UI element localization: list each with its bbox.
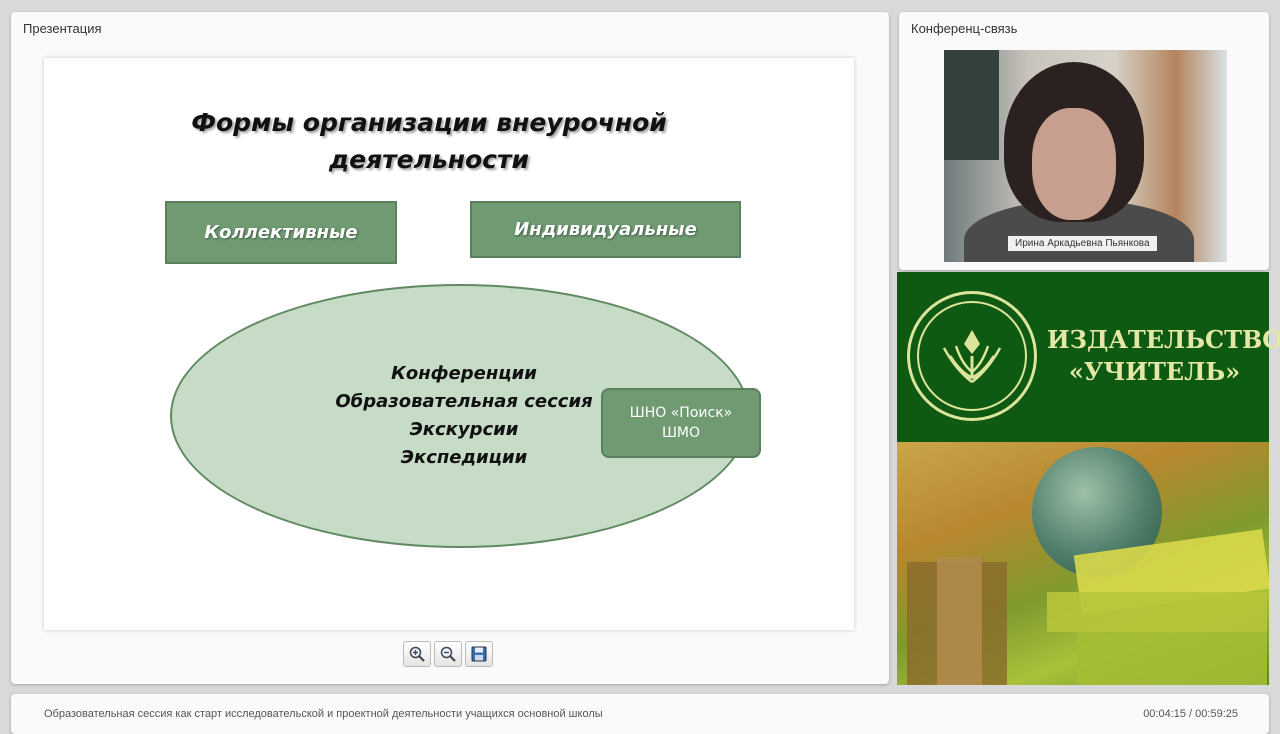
video-speaker-face	[1032, 108, 1116, 220]
zoom-in-button[interactable]	[403, 641, 431, 667]
publisher-logo	[907, 291, 1037, 421]
slide-title-line2: деятельности	[328, 145, 530, 174]
slide: Формы организации внеурочной деятельност…	[44, 58, 854, 630]
publisher-name-line1: ИЗДАТЕЛЬСТВО	[1047, 325, 1280, 354]
speaker-name-tag: Ирина Аркадьевна Пьянкова	[1008, 236, 1157, 251]
slide-title-line1: Формы организации внеурочной	[191, 108, 667, 137]
publisher-name: ИЗДАТЕЛЬСТВО «УЧИТЕЛЬ»	[1047, 324, 1280, 388]
book-stack-image	[1047, 592, 1267, 632]
publisher-banner: ИЗДАТЕЛЬСТВО «УЧИТЕЛЬ»	[897, 272, 1280, 442]
playback-time: 00:04:15 / 00:59:25	[1143, 708, 1238, 720]
footer-bar: Образовательная сессия как старт исследо…	[11, 694, 1269, 734]
zoom-out-icon	[440, 646, 456, 662]
conference-panel-title: Конференц-связь	[911, 21, 1018, 36]
speaker-video[interactable]: Ирина Аркадьевна Пьянкова	[944, 50, 1227, 262]
publisher-name-line2: «УЧИТЕЛЬ»	[1068, 357, 1241, 386]
shno-line2: ШМО	[661, 425, 701, 441]
collective-box: Коллективные	[165, 201, 397, 264]
video-background-board	[944, 50, 999, 160]
session-title: Образовательная сессия как старт исследо…	[44, 708, 603, 720]
ellipse-list: Конференции Образовательная сессия Экску…	[304, 360, 624, 472]
book-stack-image	[937, 557, 982, 685]
book-logo-icon	[942, 330, 1002, 383]
ellipse-item: Экспедиции	[400, 447, 528, 468]
ellipse-item: Образовательная сессия	[335, 391, 593, 412]
books-globe-image	[897, 442, 1269, 685]
conference-panel: Конференц-связь Ирина Аркадьевна Пьянков…	[899, 12, 1269, 270]
save-icon	[471, 646, 487, 662]
slide-title: Формы организации внеурочной деятельност…	[164, 104, 694, 178]
book-stack-image	[1077, 632, 1267, 685]
slide-toolbar	[403, 641, 493, 667]
ellipse-item: Конференции	[391, 363, 537, 384]
zoom-in-icon	[409, 646, 425, 662]
ellipse-item: Экскурсии	[409, 419, 519, 440]
zoom-out-button[interactable]	[434, 641, 462, 667]
presentation-panel: Презентация Формы организации внеурочной…	[11, 12, 889, 684]
presentation-panel-title: Презентация	[23, 21, 102, 36]
shno-line1: ШНО «Поиск»	[629, 405, 733, 421]
shno-box: ШНО «Поиск» ШМО	[601, 388, 761, 458]
save-button[interactable]	[465, 641, 493, 667]
individual-box: Индивидуальные	[470, 201, 741, 258]
